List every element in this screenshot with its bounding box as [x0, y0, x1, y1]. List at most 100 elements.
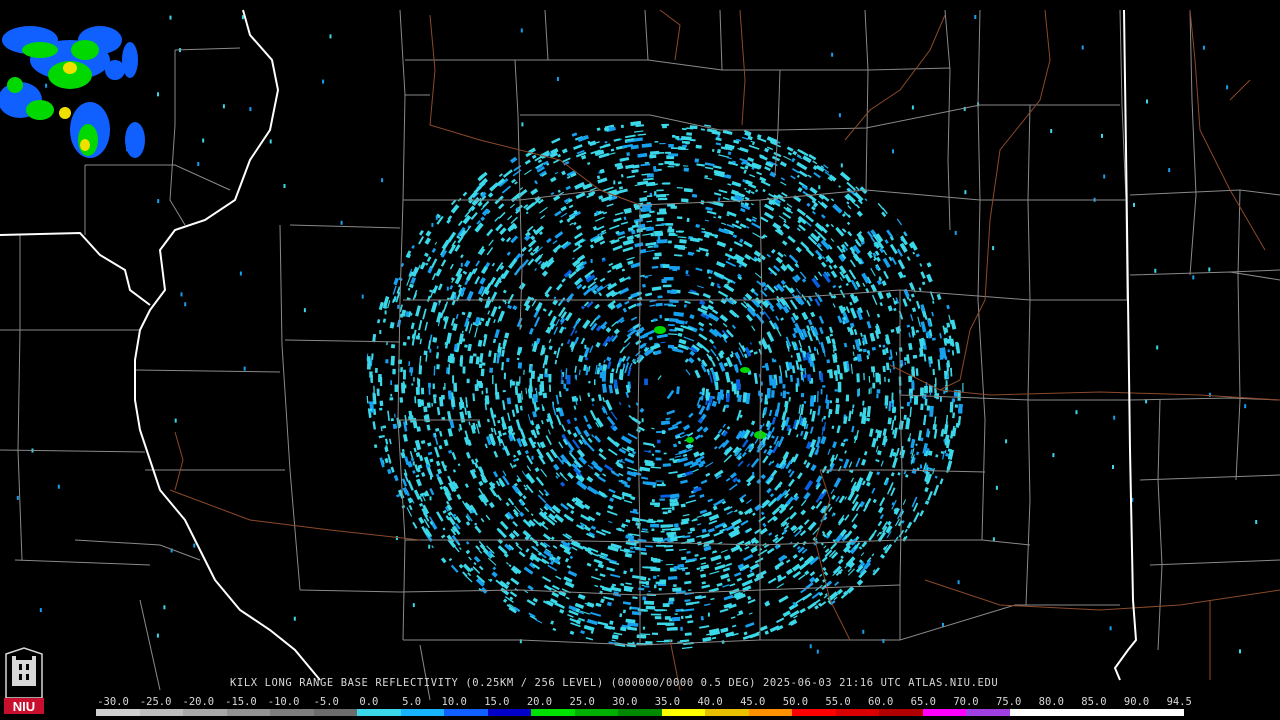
- echo-mark: [425, 354, 428, 362]
- echo-mark: [524, 159, 531, 165]
- echo-mark: [669, 265, 680, 270]
- echo-mark: [624, 300, 630, 305]
- echo-mark: [366, 396, 369, 404]
- echo-mark: [621, 523, 626, 528]
- echo-mark: [489, 276, 497, 285]
- echo-mark: [855, 457, 861, 468]
- echo-mark: [595, 216, 605, 222]
- echo-mark: [708, 300, 714, 305]
- echo-mark: [718, 227, 729, 235]
- echo-mark: [786, 146, 794, 152]
- echo-mark: [542, 308, 547, 312]
- echo-mark: [554, 231, 564, 239]
- echo-mark: [727, 183, 732, 186]
- echo-mark: [782, 610, 791, 618]
- echo-mark: [803, 519, 810, 526]
- echo-mark: [492, 375, 494, 385]
- echo-mark: [479, 277, 486, 285]
- echo-mark: [624, 552, 632, 558]
- echo-mark: [554, 359, 558, 365]
- echo-mark: [443, 439, 449, 447]
- echo-mark: [933, 484, 940, 496]
- echo-mark: [677, 564, 684, 568]
- echo-mark: [905, 418, 911, 430]
- echo-mark: [771, 427, 775, 433]
- echo-mark: [903, 470, 907, 475]
- echo-mark: [668, 226, 673, 231]
- echo-mark: [823, 571, 829, 576]
- echo-mark: [762, 423, 765, 427]
- echo-mark: [780, 264, 788, 272]
- echo-mark: [719, 314, 729, 323]
- echo-mark: [667, 153, 679, 157]
- echo-mark: [639, 196, 648, 202]
- echo-mark: [790, 375, 793, 382]
- echo-mark: [527, 239, 537, 248]
- echo-mark: [848, 410, 852, 422]
- echo-mark: [618, 235, 626, 240]
- echo-mark: [555, 318, 560, 327]
- echo-mark: [819, 326, 824, 335]
- echo-mark: [858, 546, 863, 550]
- echo-mark: [884, 395, 889, 406]
- echo-mark: [745, 622, 755, 628]
- echo-mark: [494, 383, 498, 394]
- echo-mark: [407, 287, 411, 291]
- echo-mark: [906, 256, 911, 262]
- echo-mark: [675, 319, 685, 325]
- echo-mark: [710, 281, 715, 287]
- echo-mark: [800, 404, 804, 415]
- echo-mark: [749, 431, 755, 437]
- echo-mark: [682, 513, 690, 517]
- echo-mark: [420, 440, 426, 445]
- echo-mark: [754, 438, 759, 444]
- echo-mark: [878, 344, 882, 348]
- echo-mark: [651, 286, 662, 291]
- echo-mark: [642, 626, 646, 630]
- echo-mark: [672, 163, 680, 166]
- echo-mark: [593, 435, 602, 443]
- echo-mark: [686, 132, 693, 136]
- echo-mark: [580, 305, 586, 310]
- echo-mark: [392, 368, 396, 375]
- echo-mark: [583, 429, 590, 438]
- echo-mark: [560, 212, 568, 218]
- echo-mark: [663, 452, 667, 455]
- echo-mark: [849, 322, 855, 328]
- echo-mark: [732, 477, 739, 483]
- echo-mark: [812, 165, 818, 171]
- echo-mark: [844, 450, 847, 454]
- echo-mark: [804, 367, 807, 376]
- echo-mark: [696, 163, 705, 167]
- echo-mark: [906, 521, 913, 529]
- echo-mark: [528, 327, 534, 335]
- echo-mark: [855, 204, 861, 209]
- echo-mark: [916, 451, 920, 456]
- echo-mark: [560, 342, 564, 347]
- echo-mark: [760, 216, 769, 223]
- echo-mark: [373, 444, 378, 449]
- echo-mark: [595, 511, 601, 516]
- echo-mark: [838, 458, 844, 462]
- echo-mark: [635, 339, 642, 346]
- echo-mark: [751, 222, 761, 229]
- echo-mark: [741, 579, 753, 587]
- echo-mark: [456, 494, 462, 500]
- echo-mark: [569, 555, 574, 559]
- echo-mark: [465, 397, 468, 408]
- echo-mark: [820, 342, 826, 353]
- echo-mark: [572, 244, 583, 253]
- echo-mark: [700, 344, 710, 354]
- echo-mark: [580, 630, 585, 635]
- echo-mark: [876, 389, 881, 394]
- echo-mark: [710, 598, 715, 601]
- echo-mark: [834, 389, 839, 392]
- echo-mark: [725, 260, 737, 268]
- echo-mark: [527, 585, 534, 591]
- echo-mark: [669, 493, 680, 499]
- echo-mark: [509, 379, 512, 388]
- echo-mark: [920, 321, 927, 333]
- echo-mark: [574, 232, 583, 240]
- echo-mark: [497, 305, 502, 310]
- echo-mark: [572, 319, 580, 329]
